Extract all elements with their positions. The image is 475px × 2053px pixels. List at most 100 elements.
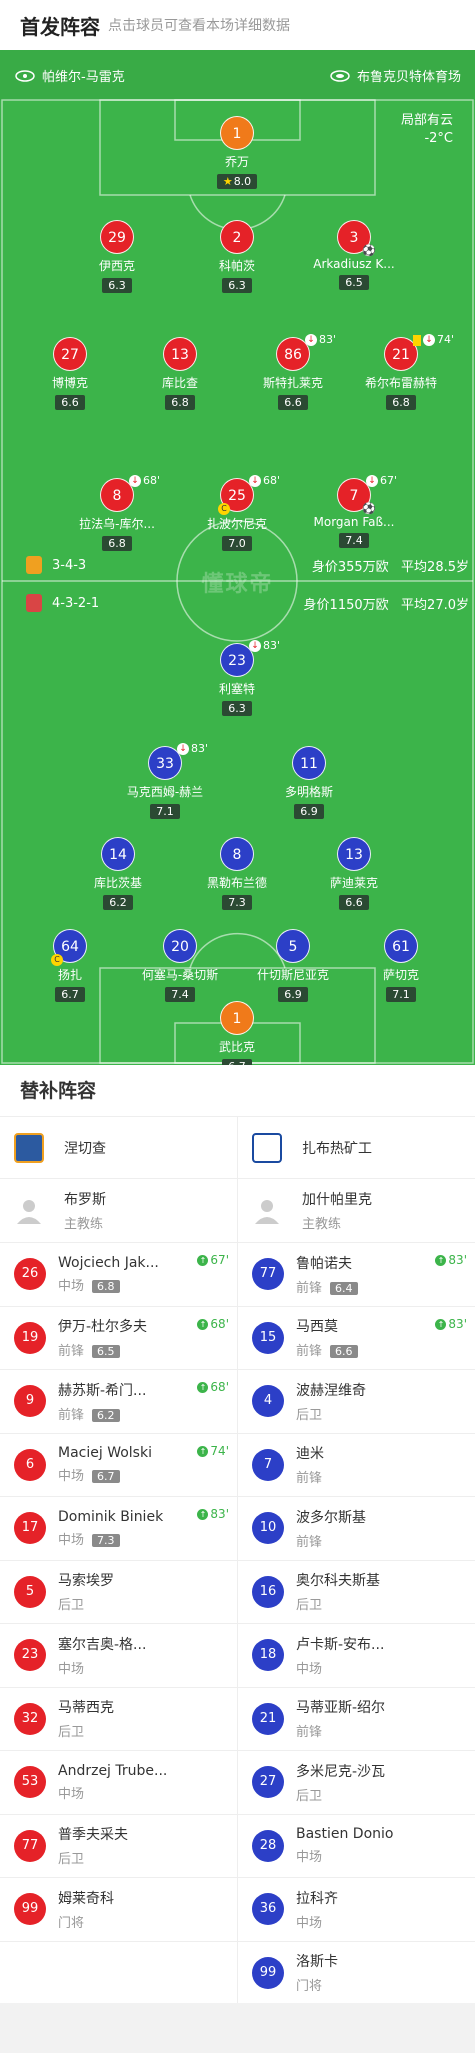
player-rating: 6.8	[165, 395, 195, 410]
sub-player-row[interactable]: 15 马西莫 前锋 6.6 ↑ 83'	[238, 1307, 475, 1370]
player-name: 利塞特	[218, 682, 255, 696]
sub-player-name: Wojciech Jak...	[58, 1254, 159, 1271]
sub-player-row[interactable]: 99 洛斯卡 门将	[238, 1942, 475, 2005]
sub-player-row[interactable]: 36 拉科齐 中场	[238, 1878, 475, 1942]
home-subs-team[interactable]: 涅切查	[0, 1117, 237, 1179]
sub-player-row[interactable]: 7 迪米 前锋	[238, 1434, 475, 1497]
player-name: 萨切克	[382, 968, 419, 982]
player-number-text: 8	[112, 488, 122, 504]
sub-out-minute: 83'	[319, 333, 337, 346]
sub-player-name: 洛斯卡	[296, 1954, 338, 1971]
player-number-text: 11	[300, 756, 318, 772]
sub-player-number: 15	[252, 1321, 284, 1354]
player-marker[interactable]: 13 库比查 6.8	[115, 337, 245, 410]
sub-player-name: 马索埃罗	[58, 1573, 114, 1590]
home-team-name: 帕维尔-马雷克	[42, 70, 125, 85]
sub-player-position: 中场	[58, 1786, 85, 1802]
away-subs-team[interactable]: 扎布热矿工	[238, 1117, 475, 1179]
sub-player-row[interactable]: 19 伊万-杜尔多夫 前锋 6.5 ↑ 68'	[0, 1307, 237, 1370]
player-marker[interactable]: 2 科帕茨 6.3	[172, 220, 302, 293]
sub-player-number: 7	[252, 1448, 284, 1481]
subs-title: 替补阵容	[0, 1065, 475, 1117]
sub-player-position: 后卫	[58, 1598, 85, 1614]
player-marker[interactable]: 13 萨迪莱克 6.6	[289, 837, 419, 910]
sub-player-row[interactable]: 32 马蒂西克 后卫	[0, 1688, 237, 1751]
player-number: 2	[220, 220, 254, 254]
player-marker[interactable]: 21 ↓ 74' 希尔布雷赫特 6.8	[336, 333, 466, 410]
player-rating: 6.6	[55, 395, 85, 410]
player-number: 61	[384, 929, 418, 963]
sub-player-row[interactable]: 77 鲁帕诺夫 前锋 6.4 ↑ 83'	[238, 1243, 475, 1307]
sub-player-number: 19	[14, 1321, 46, 1354]
player-rating-value: 7.4	[171, 988, 189, 1001]
player-number-text: 1	[232, 126, 242, 142]
sub-player-row[interactable]: 53 Andrzej Trube... 中场	[0, 1751, 237, 1815]
home-team-age: 平均28.5岁	[401, 560, 469, 575]
player-marker[interactable]: 7 ⚽ ↓ 67' Morgan Faß... 7.4	[289, 474, 419, 548]
player-number: 5	[276, 929, 310, 963]
player-number: 14	[101, 837, 135, 871]
sub-player-row[interactable]: 10 波多尔斯基 前锋	[238, 1497, 475, 1561]
player-marker[interactable]: 8 ↓ 68' 拉法乌-库尔... 6.8	[52, 474, 182, 551]
player-marker[interactable]: 8 黑勒布兰德 7.3	[172, 837, 302, 910]
sub-player-row[interactable]: 17 Dominik Biniek 中场 7.3 ↑ 83'	[0, 1497, 237, 1561]
player-marker[interactable]: 1 乔万 ★8.0	[172, 116, 302, 189]
sub-player-row[interactable]: 4 波赫涅维奇 后卫	[238, 1370, 475, 1434]
sub-player-row[interactable]: 6 Maciej Wolski 中场 6.7 ↑ 74'	[0, 1434, 237, 1497]
player-number-text: 33	[156, 756, 174, 772]
player-number-text: 61	[392, 939, 410, 955]
sub-player-row[interactable]: 16 奥尔科夫斯基 后卫	[238, 1561, 475, 1624]
player-marker[interactable]: 23 ↓ 83' 利塞特 6.3	[172, 639, 302, 716]
sub-player-position: 后卫	[58, 1852, 85, 1868]
player-marker[interactable]: 25 C ↓ 68' 扎波尔尼克 7.0	[172, 474, 302, 551]
sub-in-info: ↑ 83'	[435, 1253, 467, 1267]
player-rating-value: 6.3	[108, 279, 126, 292]
sub-player-row[interactable]: 5 马索埃罗后卫	[0, 1561, 237, 1624]
sub-player-position: 后卫	[296, 1598, 323, 1614]
player-marker[interactable]: 61 萨切克 7.1	[336, 929, 466, 1002]
pitch: 帕维尔-马雷克 布鲁克贝特体育场 局部有云 -2°C 懂球帝 3-4-3 身价3…	[0, 50, 475, 1065]
player-marker[interactable]: 14 库比茨基 6.2	[53, 837, 183, 910]
sub-player-number: 17	[14, 1512, 46, 1545]
player-marker[interactable]: 3 ⚽ Arkadiusz K... 6.5	[289, 220, 419, 290]
player-number-text: 14	[109, 847, 127, 863]
sub-player-position: 前锋	[296, 1471, 323, 1487]
sub-out-info: ↓ 83'	[305, 333, 336, 346]
home-value: 身价355万欧 平均28.5岁	[312, 556, 469, 575]
sub-player-row[interactable]: 23 塞尔吉奥-格... 中场	[0, 1624, 237, 1688]
sub-in-minute: 83'	[210, 1507, 229, 1521]
player-marker[interactable]: 1武比克6.7	[172, 1001, 302, 1065]
player-rating-value: 6.7	[61, 988, 79, 1001]
sub-in-minute: 83'	[448, 1253, 467, 1267]
sub-player-row[interactable]: 18 卢卡斯-安布... 中场	[238, 1624, 475, 1688]
sub-player-position: 中场	[58, 1278, 85, 1294]
sub-player-number: 5	[14, 1575, 46, 1608]
sub-player-row[interactable]: 77 普季夫采夫 后卫	[0, 1815, 237, 1878]
sub-in-info: ↑ 68'	[197, 1317, 229, 1331]
player-rating: 7.4	[165, 987, 195, 1002]
player-name: 黑勒布兰德	[206, 876, 267, 890]
sub-player-row[interactable]: 99 姆莱奇科 门将	[0, 1878, 237, 1942]
sub-out-minute: 74'	[437, 333, 455, 346]
sub-player-row[interactable]: 28 Bastien Donio 中场	[238, 1815, 475, 1878]
player-marker[interactable]: 29 伊西克 6.3	[52, 220, 182, 293]
sub-player-rating: 6.8	[92, 1279, 120, 1293]
jersey-icon	[14, 69, 36, 87]
player-marker[interactable]: 33 ↓ 83' 马克西姆-赫兰 7.1	[100, 742, 230, 819]
away-formation: 4-3-2-1	[26, 594, 99, 612]
sub-player-row[interactable]: 9 赫苏斯-希门... 前锋 6.2 ↑ 68'	[0, 1370, 237, 1434]
sub-player-row[interactable]: 27 多米尼克-沙瓦 后卫	[238, 1751, 475, 1815]
player-marker[interactable]: 11 多明格斯 6.9	[244, 746, 374, 819]
sub-player-position: 前锋	[296, 1725, 323, 1741]
sub-in-info: ↑ 83'	[197, 1507, 229, 1521]
sub-player-row[interactable]: 21 马蒂亚斯-绍尔 前锋	[238, 1688, 475, 1751]
sub-player-row[interactable]: 26 Wojciech Jak... 中场 6.8 ↑ 67'	[0, 1243, 237, 1307]
player-rating-value: 6.3	[228, 702, 246, 715]
sub-out-minute: 83'	[191, 742, 209, 755]
away-coach[interactable]: 加什帕里克 主教练	[238, 1179, 475, 1243]
captain-badge: C	[218, 503, 230, 515]
player-marker[interactable]: 20 何塞马-桑切斯 7.4	[115, 929, 245, 1002]
home-coach[interactable]: 布罗斯 主教练	[0, 1179, 237, 1243]
sub-player-name: Bastien Donio	[296, 1826, 394, 1843]
player-number: 64 C	[51, 929, 87, 966]
